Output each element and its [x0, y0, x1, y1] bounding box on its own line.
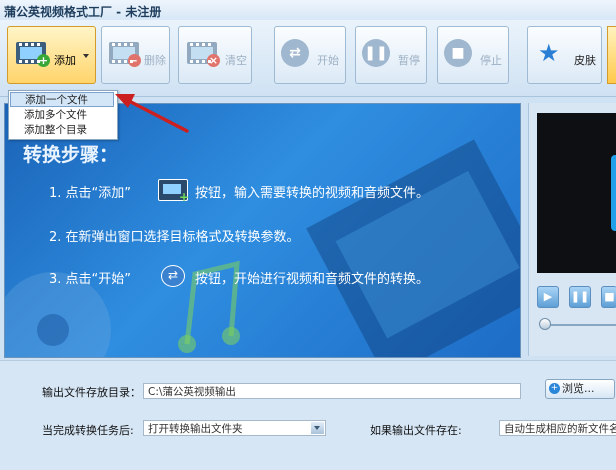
if-exists-label: 如果输出文件存在:	[370, 424, 462, 437]
stop-button-label: 停止	[480, 54, 502, 67]
browse-button[interactable]: + 浏览...	[545, 379, 615, 399]
shuffle-start-icon: ⇄	[161, 265, 185, 287]
play-icon: ▶	[543, 290, 553, 303]
steps-banner: 转换步骤： 1. 点击“添加” + 按钮，输入需要转换的视频和音频文件。 2. …	[4, 103, 521, 358]
preview-player: ▶ ❚❚ ■	[528, 103, 616, 356]
browse-icon: +	[549, 383, 560, 394]
add-button[interactable]: + 添加	[7, 26, 96, 84]
pause-preview-button[interactable]: ❚❚	[569, 286, 591, 308]
output-settings: 输出文件存放目录： C:\蒲公英视频输出 + 浏览... 当完成转换任务后: 打…	[0, 360, 616, 470]
clear-button[interactable]: × 清空	[178, 26, 252, 84]
shuffle-start-icon: ⇄	[281, 39, 309, 67]
pause-button[interactable]: ❚❚ 暂停	[355, 26, 427, 84]
title-bar: 蒲公英视频格式工厂 - 未注册	[0, 0, 616, 21]
toolbar: + 添加 – 删除 × 清空 ⇄ 开始 ❚❚ 暂停 ■ 停止 ★ 皮肤	[0, 20, 616, 97]
play-button[interactable]: ▶	[537, 286, 559, 308]
after-done-label: 当完成转换任务后:	[42, 424, 134, 437]
pause-icon: ❚❚	[570, 290, 590, 303]
start-button[interactable]: ⇄ 开始	[274, 26, 346, 84]
step-3-suffix: 按钮，开始进行视频和音频文件的转换。	[195, 272, 430, 287]
skin-button-label: 皮肤	[574, 54, 596, 67]
output-dir-field[interactable]: C:\蒲公英视频输出	[143, 383, 521, 399]
if-exists-value: 自动生成相应的新文件名	[504, 423, 616, 435]
step-1-prefix: 1. 点击“添加”	[49, 186, 132, 201]
output-dir-label: 输出文件存放目录：	[42, 386, 141, 399]
stop-icon: ■	[604, 290, 615, 303]
preview-screen	[537, 113, 616, 273]
after-done-value: 打开转换输出文件夹	[148, 423, 243, 435]
delete-button[interactable]: – 删除	[101, 26, 170, 84]
film-clear-icon: ×	[187, 42, 220, 67]
menu-item-add-directory[interactable]: 添加整个目录	[10, 123, 114, 138]
step-3-prefix: 3. 点击“开始”	[49, 272, 132, 287]
menu-item-add-multiple-files[interactable]: 添加多个文件	[10, 108, 114, 123]
pause-button-label: 暂停	[398, 54, 420, 67]
add-menu: 添加一个文件 添加多个文件 添加整个目录	[8, 90, 118, 140]
film-add-icon: +	[16, 42, 50, 67]
clear-button-label: 清空	[225, 54, 247, 67]
star-icon: ★	[538, 39, 560, 67]
add-button-label: 添加	[54, 54, 76, 67]
step-1-suffix: 按钮，输入需要转换的视频和音频文件。	[195, 186, 430, 201]
seek-slider-handle[interactable]	[539, 318, 551, 330]
delete-button-label: 删除	[144, 54, 166, 67]
chevron-down-icon[interactable]	[83, 54, 89, 58]
step-2: 2. 在新弹出窗口选择目标格式及转换参数。	[49, 230, 300, 245]
stop-preview-button[interactable]: ■	[601, 286, 616, 308]
chevron-down-icon[interactable]	[311, 422, 324, 434]
start-button-label: 开始	[317, 54, 339, 67]
stop-button[interactable]: ■ 停止	[437, 26, 509, 84]
skin-button[interactable]: ★ 皮肤	[527, 26, 602, 84]
next-tool-button[interactable]	[607, 26, 616, 84]
browse-button-label: 浏览...	[562, 382, 595, 395]
film-delete-icon: –	[109, 42, 141, 67]
stop-icon: ■	[444, 39, 472, 67]
menu-item-add-file[interactable]: 添加一个文件	[10, 92, 114, 107]
after-done-select[interactable]: 打开转换输出文件夹	[143, 420, 326, 436]
seek-slider[interactable]	[545, 324, 616, 326]
film-add-icon: +	[158, 179, 189, 204]
steps-heading: 转换步骤：	[23, 144, 119, 166]
pause-icon: ❚❚	[362, 39, 390, 67]
window-title: 蒲公英视频格式工厂 - 未注册	[4, 5, 162, 19]
if-exists-select[interactable]: 自动生成相应的新文件名	[499, 420, 616, 436]
